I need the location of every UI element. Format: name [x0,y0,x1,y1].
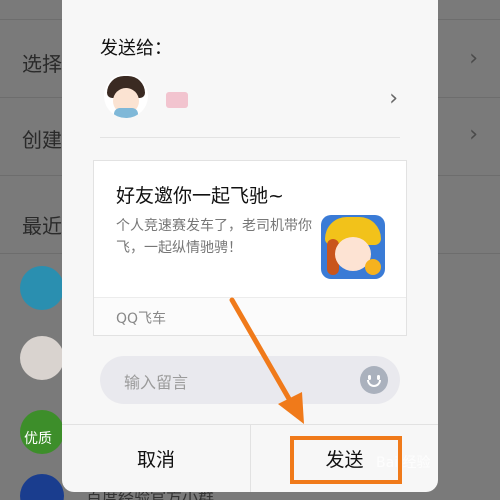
annotation-arrow [229,297,304,424]
watermark: Bai 经验 [376,455,431,471]
